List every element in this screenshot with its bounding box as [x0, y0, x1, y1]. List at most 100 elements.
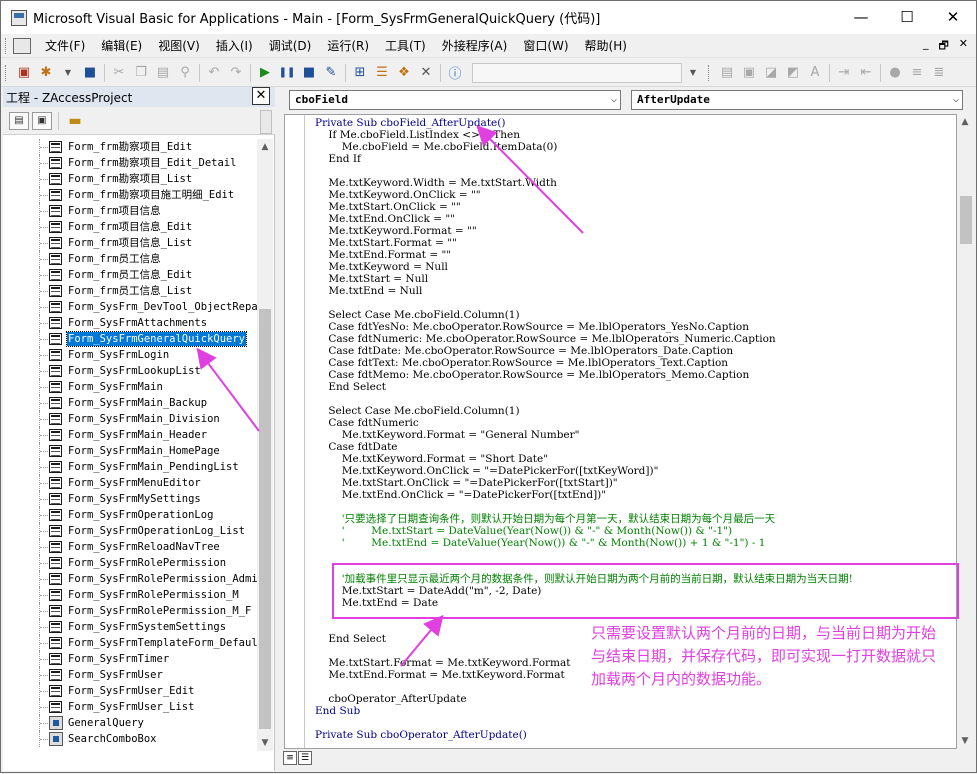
menu-item[interactable]: 插入(I): [208, 35, 261, 57]
view-object-button[interactable]: ▣: [32, 111, 52, 130]
toolbox-icon[interactable]: ✕: [415, 62, 437, 84]
menu-item[interactable]: 窗口(W): [515, 35, 576, 57]
tree-item[interactable]: Form_SysFrmGeneralQuickQuery: [3, 331, 259, 347]
tree-item[interactable]: Form_SysFrmMySettings: [3, 491, 259, 507]
view-access-icon[interactable]: ▣: [13, 62, 35, 84]
tree-item[interactable]: Form_SysFrmTemplateForm_Default: [3, 635, 259, 651]
menu-item[interactable]: 工具(T): [377, 35, 434, 57]
scroll-up-arrow[interactable]: ▲: [957, 114, 973, 130]
menu-item[interactable]: 编辑(E): [93, 35, 150, 57]
scroll-thumb[interactable]: [960, 196, 972, 244]
project-explorer-icon[interactable]: ⊞: [349, 62, 371, 84]
comment-block-icon[interactable]: ≡: [906, 62, 928, 84]
object-browser-icon[interactable]: ❖: [393, 62, 415, 84]
tree-item[interactable]: Form_SysFrmLogin: [3, 347, 259, 363]
toolbar-grip[interactable]: [5, 64, 9, 81]
vba-menu-icon[interactable]: [13, 37, 31, 54]
maximize-button[interactable]: ☐: [884, 1, 930, 33]
insert-dropdown-icon[interactable]: ▼: [57, 62, 79, 84]
scroll-down-arrow[interactable]: ▼: [957, 733, 973, 749]
menubar-grip[interactable]: [5, 37, 9, 54]
tree-item[interactable]: Form_SysFrmUser_Edit: [3, 683, 259, 699]
toolbar-search-field[interactable]: [472, 62, 682, 83]
project-tree-scrollbar[interactable]: ▲ ▼: [257, 139, 273, 751]
tree-item[interactable]: Form_SysFrmMenuEditor: [3, 475, 259, 491]
code-horizontal-scrollbar[interactable]: ≡ ☰: [281, 749, 976, 769]
tree-item[interactable]: Form_SysFrmTimer: [3, 651, 259, 667]
toggle-breakpoint-icon[interactable]: ●: [884, 62, 906, 84]
procedure-view-button[interactable]: ≡: [283, 751, 297, 765]
menu-item[interactable]: 运行(R): [319, 35, 377, 57]
tree-item[interactable]: Form_SysFrmOperationLog: [3, 507, 259, 523]
tree-item[interactable]: Form_SysFrmUser_List: [3, 699, 259, 715]
scroll-up-arrow[interactable]: ▲: [257, 139, 273, 155]
object-combo[interactable]: cboField ⌵: [289, 90, 621, 110]
tree-item[interactable]: Form_SysFrmLookupList: [3, 363, 259, 379]
tree-item[interactable]: Form_frm勘察项目_Edit_Detail: [3, 155, 259, 171]
title-bar[interactable]: Microsoft Visual Basic for Applications …: [1, 1, 976, 34]
tree-item[interactable]: Form_frm项目信息_Edit: [3, 219, 259, 235]
tree-item[interactable]: Form_SysFrmMain_PendingList: [3, 459, 259, 475]
project-toolbar-scroll[interactable]: [260, 110, 272, 134]
break-icon[interactable]: ❚❚: [276, 62, 298, 84]
mdi-minimize-button[interactable]: _: [923, 37, 929, 56]
tree-item[interactable]: Form_SysFrmAttachments: [3, 315, 259, 331]
scroll-thumb[interactable]: [259, 309, 271, 729]
tree-item[interactable]: Form_frm勘察项目施工明细_Edit: [3, 187, 259, 203]
copy-icon[interactable]: ❐: [130, 62, 152, 84]
close-button[interactable]: ✕: [930, 1, 976, 33]
tree-item[interactable]: Form_frm员工信息_Edit: [3, 267, 259, 283]
paste-icon[interactable]: ▤: [152, 62, 174, 84]
properties-icon[interactable]: ☰: [371, 62, 393, 84]
minimize-button[interactable]: —: [838, 1, 884, 33]
tree-item[interactable]: Form_SysFrm_DevTool_ObjectRepai: [3, 299, 259, 315]
mdi-restore-button[interactable]: 🗗: [938, 37, 948, 56]
toggle-folders-button[interactable]: ▬: [65, 112, 85, 130]
help-icon[interactable]: ⓘ: [444, 62, 466, 84]
tree-item[interactable]: Form_frm项目信息_List: [3, 235, 259, 251]
run-icon[interactable]: ▶: [254, 62, 276, 84]
complete-word-icon[interactable]: A: [804, 62, 826, 84]
tree-item[interactable]: Form_SysFrmRolePermission: [3, 555, 259, 571]
redo-icon[interactable]: ↷: [225, 62, 247, 84]
tree-item[interactable]: Form_SysFrmRolePermission_M_F: [3, 603, 259, 619]
project-explorer-close-button[interactable]: ✕: [252, 87, 270, 105]
tree-item[interactable]: Form_SysFrmReloadNavTree: [3, 539, 259, 555]
tree-item[interactable]: Form_frm勘察项目_Edit: [3, 139, 259, 155]
toolbar-overflow-icon[interactable]: ▼: [682, 62, 704, 84]
tree-item[interactable]: Form_SysFrmUser: [3, 667, 259, 683]
view-code-button[interactable]: ▤: [9, 111, 29, 130]
undo-icon[interactable]: ↶: [203, 62, 225, 84]
menu-item[interactable]: 外接程序(A): [434, 35, 516, 57]
code-margin[interactable]: [285, 115, 305, 748]
tree-item[interactable]: Form_frm项目信息: [3, 203, 259, 219]
reset-icon[interactable]: ■: [298, 62, 320, 84]
tree-item[interactable]: Form_SysFrmOperationLog_List: [3, 523, 259, 539]
design-mode-icon[interactable]: ✎: [320, 62, 342, 84]
tree-item[interactable]: Form_frm勘察项目_List: [3, 171, 259, 187]
indent-icon[interactable]: ⇥: [833, 62, 855, 84]
insert-object-icon[interactable]: ✱: [35, 62, 57, 84]
tree-item[interactable]: Form_SysFrmMain_Backup: [3, 395, 259, 411]
list-properties-icon[interactable]: ▤: [716, 62, 738, 84]
find-icon[interactable]: ⚲: [174, 62, 196, 84]
tree-item[interactable]: Form_SysFrmSystemSettings: [3, 619, 259, 635]
list-constants-icon[interactable]: ▣: [738, 62, 760, 84]
uncomment-block-icon[interactable]: ≣: [928, 62, 950, 84]
tree-item[interactable]: Form_SysFrmMain: [3, 379, 259, 395]
edit-toolbar-grip[interactable]: [708, 64, 712, 81]
tree-item[interactable]: Form_SysFrmMain_HomePage: [3, 443, 259, 459]
tree-item[interactable]: Form_frm员工信息_List: [3, 283, 259, 299]
scroll-down-arrow[interactable]: ▼: [257, 735, 273, 751]
tree-item[interactable]: Form_SysFrmRolePermission_Admin: [3, 571, 259, 587]
mdi-close-button[interactable]: ✕: [959, 37, 968, 56]
parameter-info-icon[interactable]: ◩: [782, 62, 804, 84]
procedure-combo[interactable]: AfterUpdate ⌵: [631, 90, 963, 110]
tree-item[interactable]: Form_frm员工信息: [3, 251, 259, 267]
tree-item[interactable]: SearchComboBox: [3, 731, 259, 747]
cut-icon[interactable]: ✂: [108, 62, 130, 84]
menu-item[interactable]: 视图(V): [150, 35, 208, 57]
tree-item[interactable]: Form_SysFrmMain_Division: [3, 411, 259, 427]
outdent-icon[interactable]: ⇤: [855, 62, 877, 84]
full-module-view-button[interactable]: ☰: [298, 751, 312, 765]
